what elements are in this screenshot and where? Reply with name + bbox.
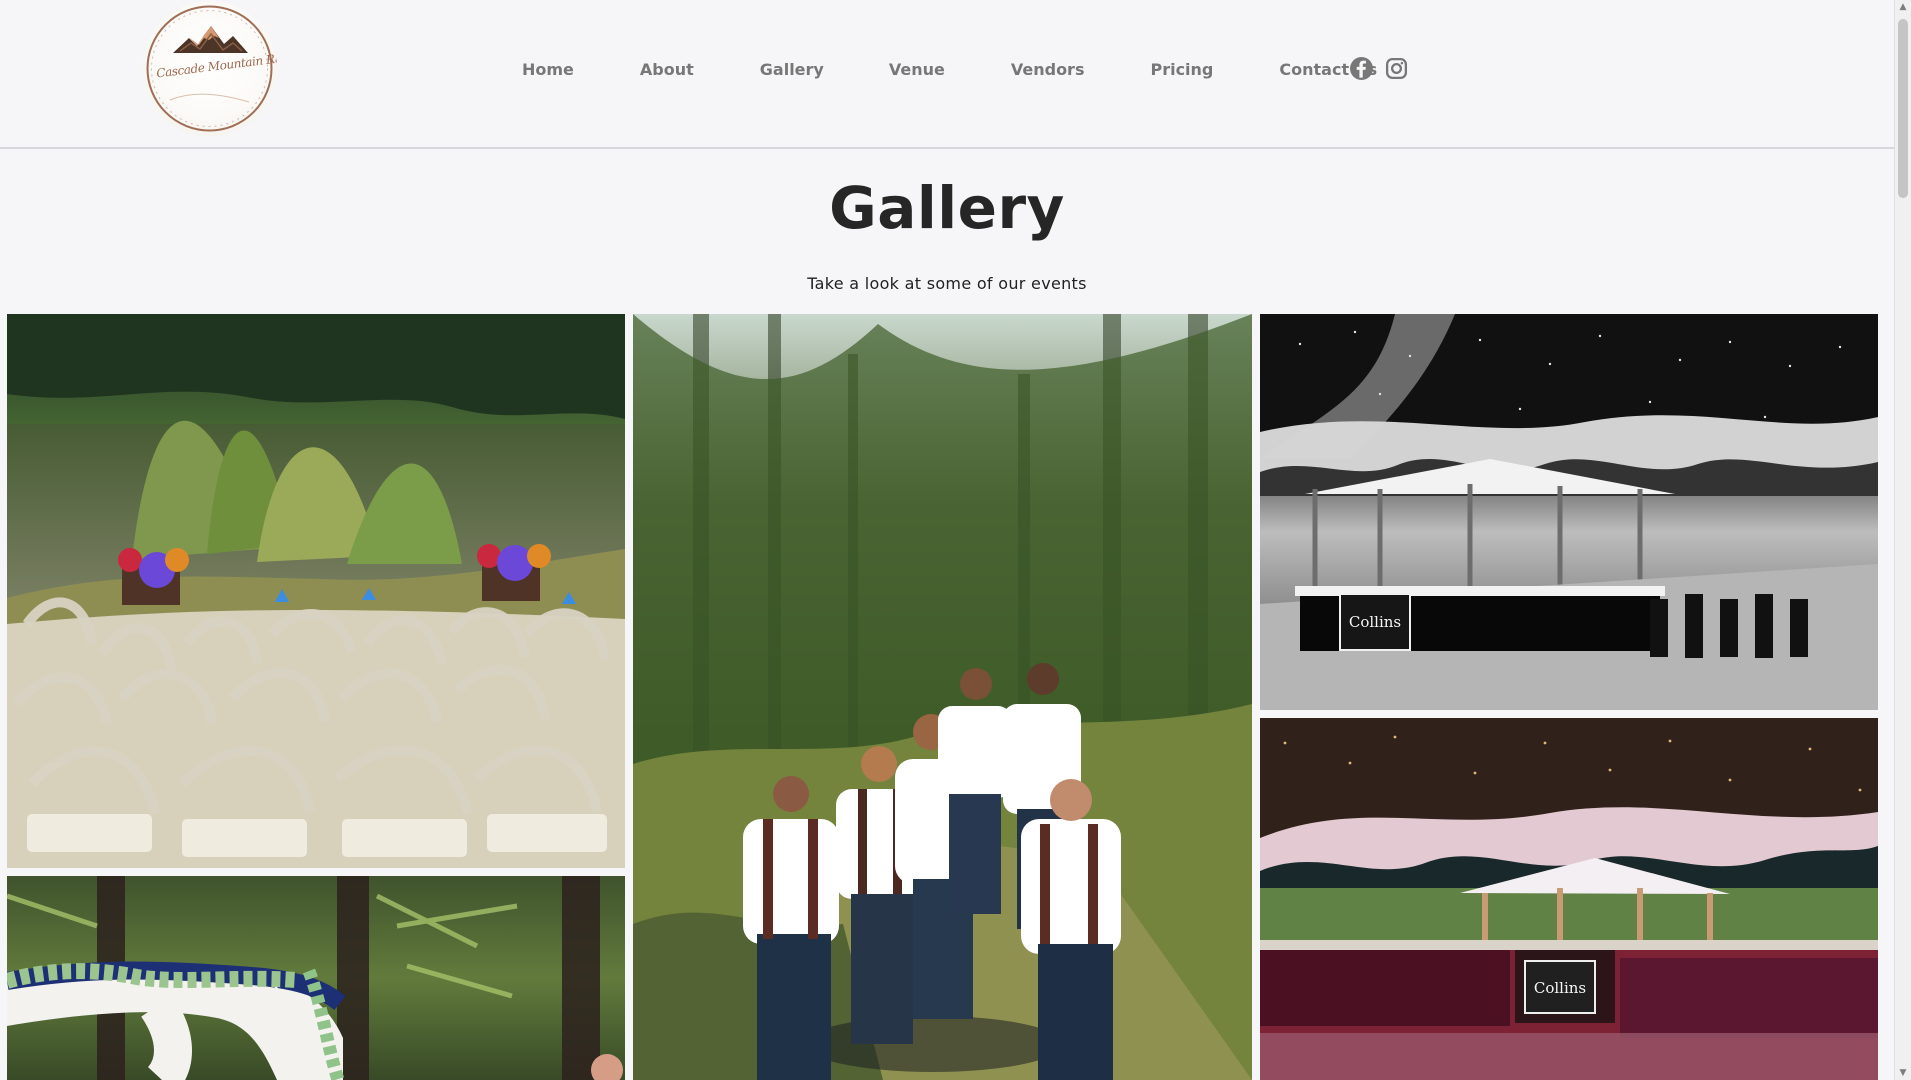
nav-pricing-link[interactable]: Pricing [1150, 57, 1213, 83]
lake-ceremony-image [7, 314, 625, 868]
gallery-image-groomsmen-walking[interactable] [633, 314, 1252, 1080]
vertical-scrollbar[interactable]: ▲ ▼ [1894, 0, 1911, 1080]
bw-collins-sign: Collins [1349, 613, 1401, 631]
color-collins-sign: Collins [1534, 979, 1586, 997]
scroll-up-arrow-icon[interactable]: ▲ [1895, 0, 1911, 14]
color-pavilion-image: Collins [1260, 718, 1878, 1080]
site-logo[interactable]: Cascade Mountain Ranch [142, 1, 277, 136]
web-page: Cascade Mountain Ranch Home About Galler… [0, 0, 1911, 1080]
page-subtitle: Take a look at some of our events [807, 274, 1087, 293]
decorated-arch-image [7, 876, 625, 1080]
social-links [1349, 56, 1409, 81]
instagram-icon[interactable] [1384, 56, 1409, 81]
scroll-down-arrow-icon[interactable]: ▼ [1895, 1066, 1911, 1080]
nav-about-link[interactable]: About [640, 57, 694, 83]
site-header: Cascade Mountain Ranch Home About Galler… [0, 0, 1894, 149]
black-white-pavilion-image: Collins [1260, 314, 1878, 710]
gallery-image-black-white-pavilion[interactable]: Collins [1260, 314, 1878, 710]
nav-home-link[interactable]: Home [522, 57, 574, 83]
nav-gallery-link[interactable]: Gallery [760, 57, 824, 83]
gallery-image-decorated-arch[interactable] [7, 876, 625, 1080]
scrollbar-thumb[interactable] [1898, 19, 1908, 198]
page-title: Gallery [829, 174, 1065, 242]
nav-vendors-link[interactable]: Vendors [1011, 57, 1085, 83]
gallery-heading: Gallery Take a look at some of our event… [0, 149, 1894, 314]
main-navigation: Home About Gallery Venue Vendors Pricing… [522, 57, 1377, 83]
groomsmen-image [633, 314, 1252, 1080]
facebook-icon[interactable] [1349, 56, 1374, 81]
nav-venue-link[interactable]: Venue [889, 57, 945, 83]
gallery-image-lake-ceremony-chairs[interactable] [7, 314, 625, 868]
gallery-image-color-pavilion[interactable]: Collins [1260, 718, 1878, 1080]
